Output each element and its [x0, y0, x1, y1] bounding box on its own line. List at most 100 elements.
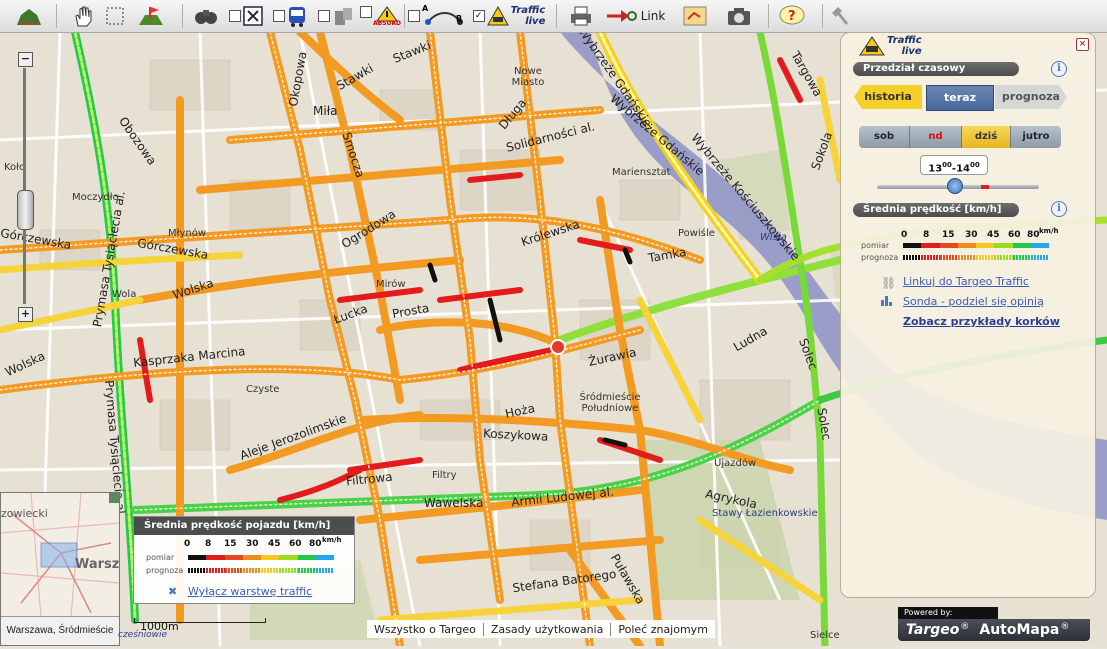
poll-icon — [881, 296, 893, 306]
row-measure-label: pomiar — [861, 241, 890, 250]
time-end: 14 — [956, 163, 970, 175]
speed-value: 80 — [1027, 230, 1040, 240]
svg-text:?: ? — [788, 9, 796, 24]
legend-value: 80 — [309, 539, 322, 549]
layer-toggle-close[interactable] — [226, 4, 266, 28]
toggle-traffic-layer-link[interactable]: Wyłącz warstwę traffic — [188, 585, 312, 598]
overview-location: Warszawa, Śródmieście — [1, 616, 119, 645]
measure-icon[interactable] — [136, 4, 166, 28]
bus-icon — [289, 7, 305, 27]
camera-icon[interactable] — [724, 4, 754, 28]
time-slider-marker — [981, 185, 989, 189]
tab-historia[interactable]: historia — [854, 85, 922, 109]
overview-toggle — [109, 493, 119, 503]
traffic-live-toggle[interactable]: ✓ Traffic live — [472, 4, 546, 28]
row-forecast-label: prognoza — [861, 253, 899, 262]
route-planner[interactable]: A B — [408, 4, 464, 28]
link-icon — [606, 10, 637, 22]
legend-value: 60 — [289, 539, 302, 549]
route-b-label: B — [456, 14, 463, 23]
overview-label: Warsz — [75, 557, 120, 572]
info-icon[interactable]: i — [1051, 61, 1067, 77]
print-icon[interactable] — [566, 4, 596, 28]
time-slider-handle[interactable] — [947, 178, 963, 194]
traffic-warning-icon — [859, 36, 885, 56]
map-note-icon[interactable] — [680, 4, 710, 28]
day-jutro[interactable]: jutro — [1011, 126, 1061, 148]
day-nd[interactable]: nd — [910, 126, 962, 148]
fuel-station-icon — [335, 8, 352, 25]
footer-links: Wszystko o Targeo Zasady użytkowania Pol… — [367, 620, 715, 638]
automapa-brand: AutoMapa — [979, 622, 1060, 638]
traffic-checkbox[interactable]: ✓ — [472, 10, 485, 22]
scale-bar: 1000m — [134, 614, 266, 633]
link-button[interactable]: Link — [602, 4, 668, 28]
section-time-header: Przedział czasowy — [853, 62, 1019, 76]
tab-teraz[interactable]: teraz — [926, 85, 994, 111]
layer-toggle-bus[interactable] — [270, 4, 310, 28]
legend-value: 8 — [205, 539, 212, 549]
speed-unit: km/h — [1039, 227, 1059, 235]
speed-legend: Średnia prędkość pojazdu [km/h] 0 8 15 3… — [133, 516, 355, 604]
panel-title2: live — [901, 46, 922, 57]
help-icon[interactable]: ? — [776, 4, 810, 28]
day-dzis[interactable]: dziś — [962, 126, 1011, 148]
legend-value: 15 — [224, 539, 237, 549]
zoom-track[interactable] — [23, 68, 26, 304]
zoom-in-button[interactable]: + — [18, 307, 33, 322]
layer-checkbox[interactable] — [229, 10, 241, 22]
panel-header: Traffic live — [859, 35, 922, 57]
time-start-sup: 00 — [942, 161, 952, 169]
legend-measure-bar — [188, 555, 334, 560]
panel-title: Traffic — [887, 35, 922, 46]
info-icon[interactable]: i — [1051, 201, 1067, 217]
speed-value: 8 — [923, 230, 930, 240]
speed-value: 60 — [1008, 230, 1021, 240]
layer-checkbox[interactable] — [273, 10, 285, 22]
forecast-color-bar — [903, 255, 1049, 260]
zoom-slider-handle[interactable] — [17, 190, 34, 230]
overview-map[interactable]: zowiecki Warsz Warszawa, Śródmieście — [0, 492, 120, 646]
layer-toggle-absurd[interactable]: ABSURD — [360, 4, 402, 28]
legend-value: 0 — [184, 539, 191, 549]
legend-forecast-bar — [188, 568, 334, 573]
footer-link-terms[interactable]: Zasady użytkowania — [484, 622, 612, 636]
home-icon[interactable] — [14, 4, 44, 28]
speed-value: 0 — [901, 230, 908, 240]
route-a-label: A — [422, 4, 429, 13]
legend-title: Średnia prędkość pojazdu [km/h] — [134, 517, 354, 535]
legend-row-forecast: prognoza — [146, 566, 184, 575]
route-checkbox[interactable] — [408, 10, 420, 22]
time-range-bubble: 1300-1400 — [920, 155, 988, 175]
layer-toggle-stations[interactable] — [316, 4, 356, 28]
link-targeo-traffic[interactable]: Linkuj do Targeo Traffic — [903, 275, 1029, 288]
layer-checkbox[interactable] — [318, 10, 330, 22]
time-start: 13 — [928, 163, 943, 175]
section-speed-header: Średnia prędkość [km/h] — [853, 203, 1019, 217]
binoculars-icon[interactable] — [192, 4, 220, 28]
link-sonda[interactable]: Sonda - podziel się opinią — [903, 295, 1044, 308]
absurd-label: ABSURD — [373, 19, 402, 27]
link-examples[interactable]: Zobacz przykłady korków — [903, 315, 1060, 328]
traffic-live-label: Traffic — [510, 5, 546, 16]
link-label: Link — [640, 9, 666, 23]
zoom-out-button[interactable]: − — [18, 52, 33, 67]
powered-by-logo[interactable]: Powered by: Targeo ® AutoMapa ® — [898, 607, 1090, 643]
day-sob[interactable]: sob — [859, 126, 910, 148]
pan-hand-icon[interactable] — [68, 4, 98, 28]
zoom-control: − + — [14, 52, 36, 322]
panel-close-button[interactable]: × — [1076, 38, 1089, 51]
select-area-icon[interactable] — [102, 4, 128, 28]
powered-label: Powered by: — [898, 607, 998, 619]
overview-label: zowiecki — [1, 507, 48, 520]
layer-checkbox[interactable] — [360, 6, 372, 18]
traffic-panel: Traffic live × Przedział czasowy i histo… — [840, 32, 1096, 598]
footer-link-recommend[interactable]: Poleć znajomym — [611, 623, 715, 636]
tab-prognoza[interactable]: prognoza — [995, 85, 1067, 109]
footer-link-about[interactable]: Wszystko o Targeo — [367, 622, 484, 636]
traffic-warning-icon — [486, 6, 509, 26]
tools-icon[interactable] — [830, 4, 854, 28]
copyright-fragment: cześniowie — [118, 630, 168, 640]
close-icon[interactable]: ✖ — [168, 585, 177, 598]
speed-value: 30 — [965, 230, 978, 240]
